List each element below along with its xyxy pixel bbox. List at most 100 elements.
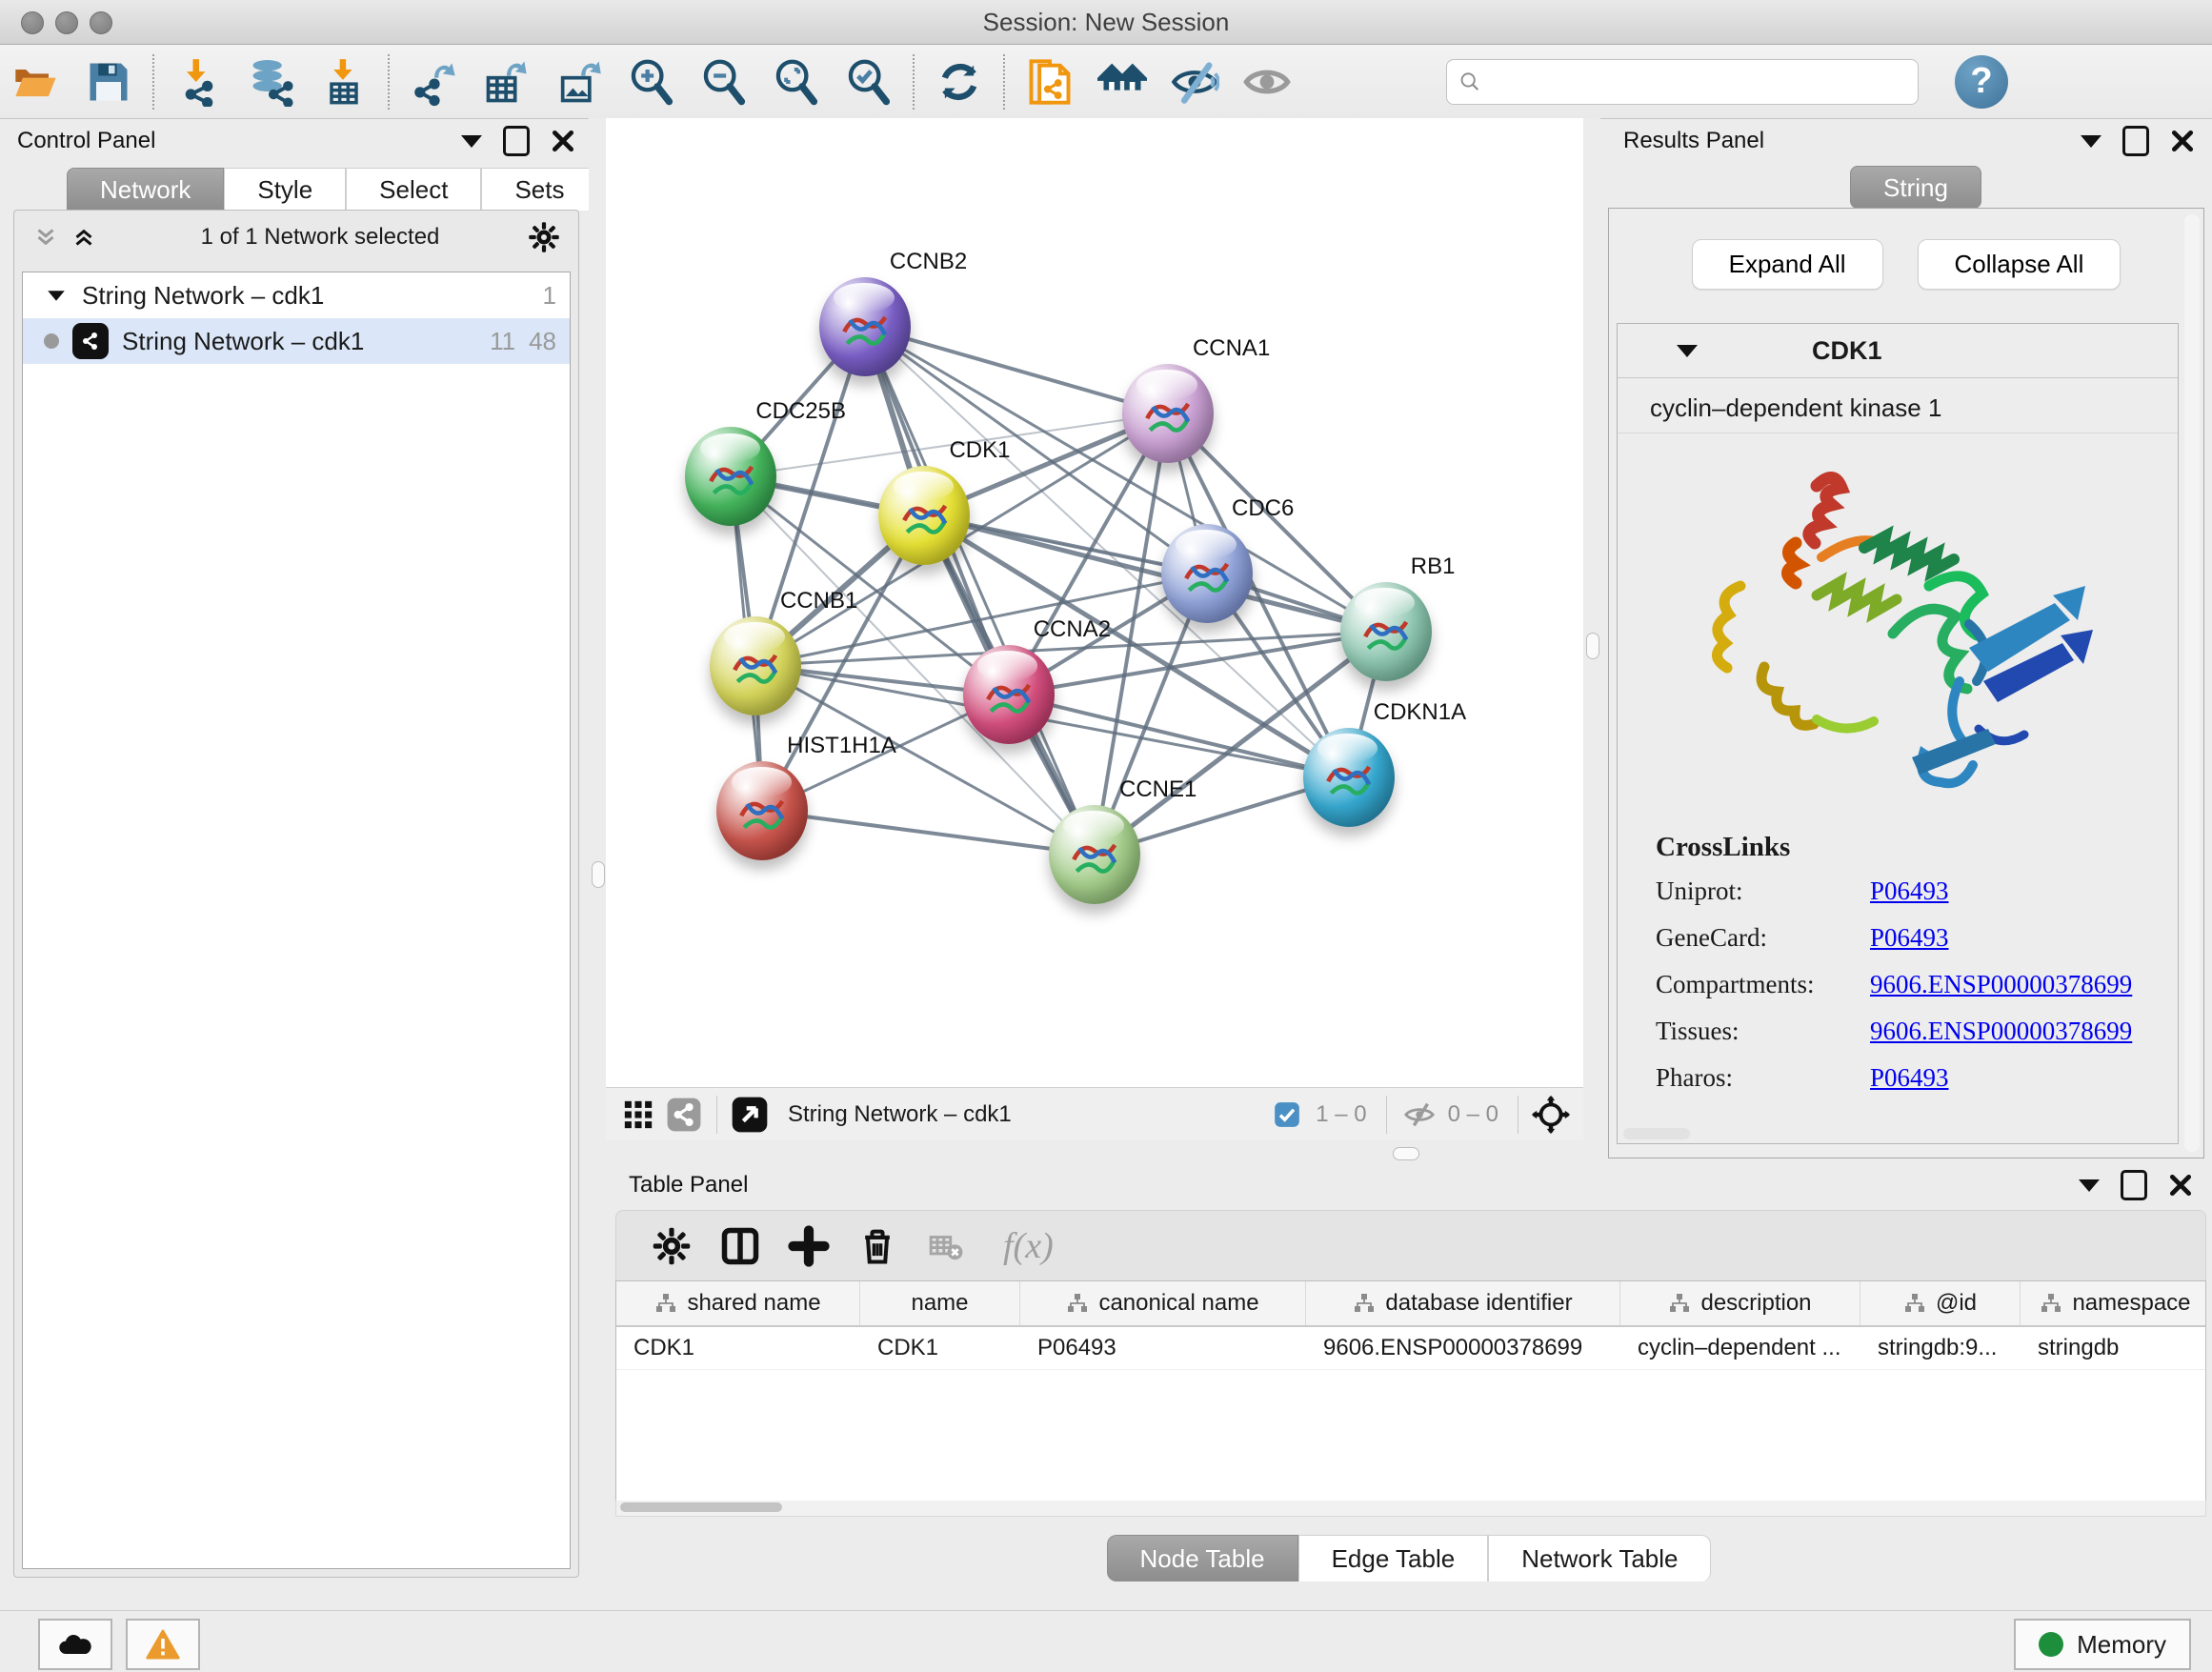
table-horizontal-scrollbar[interactable]	[615, 1501, 2206, 1517]
collapse-all-button[interactable]: Collapse All	[1918, 239, 2122, 290]
crosslink-value[interactable]: P06493	[1870, 923, 1949, 953]
column-header--id[interactable]: @id	[1860, 1281, 2021, 1325]
network-node-CCNA1[interactable]	[1122, 364, 1214, 463]
close-panel-icon[interactable]	[2168, 1173, 2193, 1198]
crosslink-value[interactable]: 9606.ENSP00000378699	[1870, 1017, 2132, 1046]
network-collection-row[interactable]: String Network – cdk1 1	[23, 272, 570, 318]
table-cell[interactable]: CDK1	[860, 1327, 1020, 1369]
table-row[interactable]: CDK1CDK1P064939606.ENSP00000378699cyclin…	[616, 1327, 2205, 1370]
hide-button[interactable]	[1158, 51, 1231, 112]
export-table-button[interactable]	[471, 51, 543, 112]
card-expander-icon[interactable]	[1677, 345, 1698, 357]
grid-view-icon[interactable]	[615, 1094, 661, 1136]
right-splitter-handle[interactable]	[1586, 633, 1599, 659]
network-list-icon[interactable]	[661, 1094, 707, 1136]
table-cell[interactable]: 9606.ENSP00000378699	[1306, 1327, 1620, 1369]
network-edge-HIST1H1A-CCNE1[interactable]	[762, 811, 1095, 855]
scrollbar-thumb[interactable]	[620, 1502, 782, 1512]
export-network-button[interactable]	[398, 51, 471, 112]
float-panel-icon[interactable]	[503, 126, 530, 156]
tab-sets[interactable]: Sets	[481, 168, 597, 211]
table-cell[interactable]: CDK1	[616, 1327, 860, 1369]
search-input[interactable]	[1481, 68, 1906, 96]
horizontal-splitter-handle[interactable]	[1393, 1147, 1419, 1160]
crosslink-value[interactable]: 9606.ENSP00000378699	[1870, 970, 2132, 999]
zoom-fit-button[interactable]	[760, 51, 833, 112]
tab-select[interactable]: Select	[346, 168, 481, 211]
import-network-button[interactable]	[163, 51, 235, 112]
network-node-CDK1[interactable]	[878, 466, 970, 565]
tab-network[interactable]: Network	[67, 168, 224, 211]
column-header-namespace[interactable]: namespace	[2021, 1281, 2206, 1325]
add-column-button[interactable]	[774, 1218, 843, 1275]
open-button[interactable]	[0, 51, 72, 112]
zoom-selected-button[interactable]	[833, 51, 905, 112]
float-panel-icon[interactable]	[2121, 1170, 2147, 1200]
network-edge-CDK1-RB1[interactable]	[924, 515, 1385, 632]
tab-network-table[interactable]: Network Table	[1488, 1535, 1711, 1581]
network-node-CDC6[interactable]	[1161, 524, 1253, 623]
tab-string[interactable]: String	[1850, 166, 1981, 209]
network-node-RB1[interactable]	[1340, 582, 1432, 681]
birdseye-icon[interactable]	[727, 1094, 773, 1136]
column-header-description[interactable]: description	[1620, 1281, 1860, 1325]
network-node-CCNE1[interactable]	[1049, 805, 1140, 904]
table-cell[interactable]: P06493	[1020, 1327, 1306, 1369]
hidden-eye-icon[interactable]	[1397, 1094, 1442, 1136]
column-header-canonical-name[interactable]: canonical name	[1020, 1281, 1306, 1325]
memory-button[interactable]: Memory	[2014, 1619, 2191, 1670]
zoom-out-button[interactable]	[688, 51, 760, 112]
network-node-CCNB1[interactable]	[710, 616, 801, 715]
network-node-CDC25B[interactable]	[685, 427, 776, 526]
left-splitter-handle[interactable]	[592, 861, 605, 888]
panel-menu-icon[interactable]	[2081, 135, 2101, 148]
crosslink-value[interactable]: P06493	[1870, 876, 1949, 906]
network-edge-CCNB2-CCNE1[interactable]	[865, 327, 1095, 855]
tab-node-table[interactable]: Node Table	[1107, 1535, 1298, 1581]
cloud-button[interactable]	[38, 1619, 112, 1670]
column-header-name[interactable]: name	[860, 1281, 1020, 1325]
table-settings-button[interactable]	[637, 1218, 706, 1275]
save-button[interactable]	[72, 51, 145, 112]
node-table[interactable]: shared namenamecanonical namedatabase id…	[615, 1280, 2206, 1503]
delete-column-button[interactable]	[843, 1218, 912, 1275]
crosshair-icon[interactable]	[1528, 1094, 1574, 1136]
search-field[interactable]	[1446, 59, 1919, 105]
collapse-all-icon[interactable]	[31, 223, 60, 252]
network-node-HIST1H1A[interactable]	[716, 761, 808, 860]
selected-checkbox-icon[interactable]	[1264, 1094, 1310, 1136]
column-header-database-identifier[interactable]: database identifier	[1306, 1281, 1620, 1325]
close-panel-icon[interactable]	[551, 129, 575, 153]
expand-all-icon[interactable]	[70, 223, 98, 252]
results-scrollbar-track[interactable]	[2184, 214, 2200, 1152]
network-row[interactable]: String Network – cdk1 11 48	[23, 318, 570, 364]
table-cell[interactable]: stringdb:9...	[1860, 1327, 2021, 1369]
right-splitter[interactable]	[1583, 118, 1600, 1140]
homes-button[interactable]	[1086, 51, 1158, 112]
show-columns-button[interactable]	[706, 1218, 774, 1275]
network-node-CDKN1A[interactable]	[1303, 728, 1395, 827]
refresh-button[interactable]	[923, 51, 995, 112]
table-cell[interactable]: stringdb	[2021, 1327, 2206, 1369]
string-document-button[interactable]	[1014, 51, 1086, 112]
panel-menu-icon[interactable]	[2079, 1179, 2100, 1192]
show-button[interactable]	[1231, 51, 1303, 112]
gear-icon[interactable]	[527, 220, 561, 254]
left-splitter[interactable]	[589, 118, 606, 1140]
network-node-CCNB2[interactable]	[819, 277, 911, 376]
table-cell[interactable]: cyclin–dependent ...	[1620, 1327, 1860, 1369]
export-image-button[interactable]	[543, 51, 615, 112]
tab-edge-table[interactable]: Edge Table	[1298, 1535, 1489, 1581]
warning-button[interactable]	[126, 1619, 200, 1670]
column-header-shared-name[interactable]: shared name	[616, 1281, 860, 1325]
import-table-button[interactable]	[308, 51, 380, 112]
network-node-CCNA2[interactable]	[963, 645, 1055, 744]
crosslink-value[interactable]: P06493	[1870, 1063, 1949, 1093]
float-panel-icon[interactable]	[2122, 126, 2149, 156]
zoom-in-button[interactable]	[615, 51, 688, 112]
tab-style[interactable]: Style	[224, 168, 346, 211]
expand-all-button[interactable]: Expand All	[1692, 239, 1883, 290]
import-network-database-button[interactable]	[235, 51, 308, 112]
panel-menu-icon[interactable]	[461, 135, 482, 148]
card-scrollbar[interactable]	[1623, 1128, 1690, 1139]
